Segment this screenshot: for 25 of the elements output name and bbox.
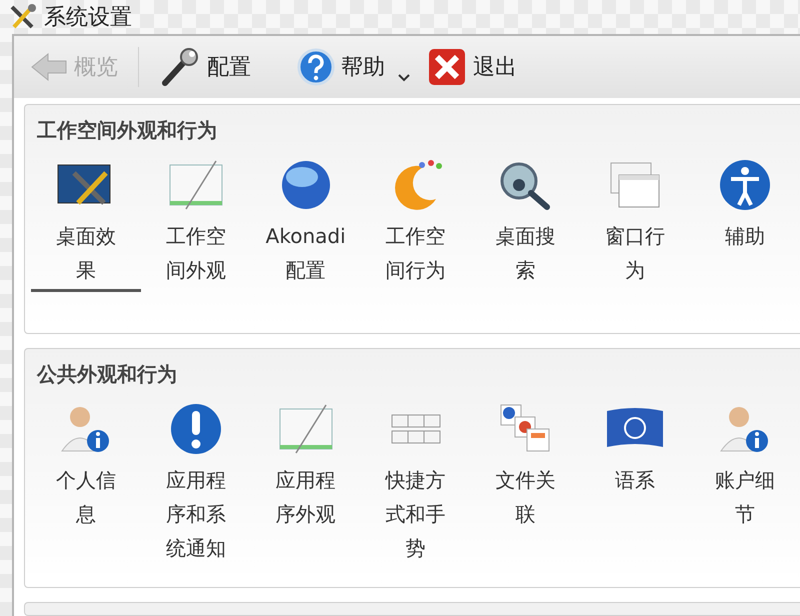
settings-module[interactable]: 快捷方式和手势 [360,403,470,570]
settings-module[interactable]: 桌面效果 [31,159,141,292]
settings-module[interactable]: Akonadi 配置 [250,159,361,292]
toolbar-button[interactable]: 配置 [153,43,257,91]
back-arrow-icon [30,51,68,83]
tools-icon [8,3,38,31]
toolbar-button[interactable]: 帮助 [291,44,391,90]
category-title: 工作空间外观和行为 [37,117,217,144]
settings-module[interactable]: 应用程序和系统通知 [140,403,251,570]
close-icon [427,47,467,87]
settings-module[interactable]: 桌面搜索 [470,159,580,292]
help-icon [297,48,335,86]
settings-module[interactable]: 账户细节 [690,403,800,570]
chevron-down-icon[interactable] [397,73,411,83]
settings-module[interactable]: 窗口行为 [580,159,690,292]
settings-module[interactable]: 工作空间外观 [140,159,251,292]
settings-module[interactable]: 辅助 [690,159,800,292]
settings-module[interactable]: 文件关联 [470,403,580,570]
settings-module[interactable]: 语系 [580,403,690,570]
settings-module[interactable]: 应用程序外观 [250,403,361,570]
settings-module[interactable]: 个人信息 [31,403,141,570]
settings-module[interactable]: 工作空间行为 [360,159,470,292]
window-title: 系统设置 [44,4,132,32]
toolbar-button[interactable]: 退出 [421,43,523,91]
category-title: 公共外观和行为 [37,361,177,388]
